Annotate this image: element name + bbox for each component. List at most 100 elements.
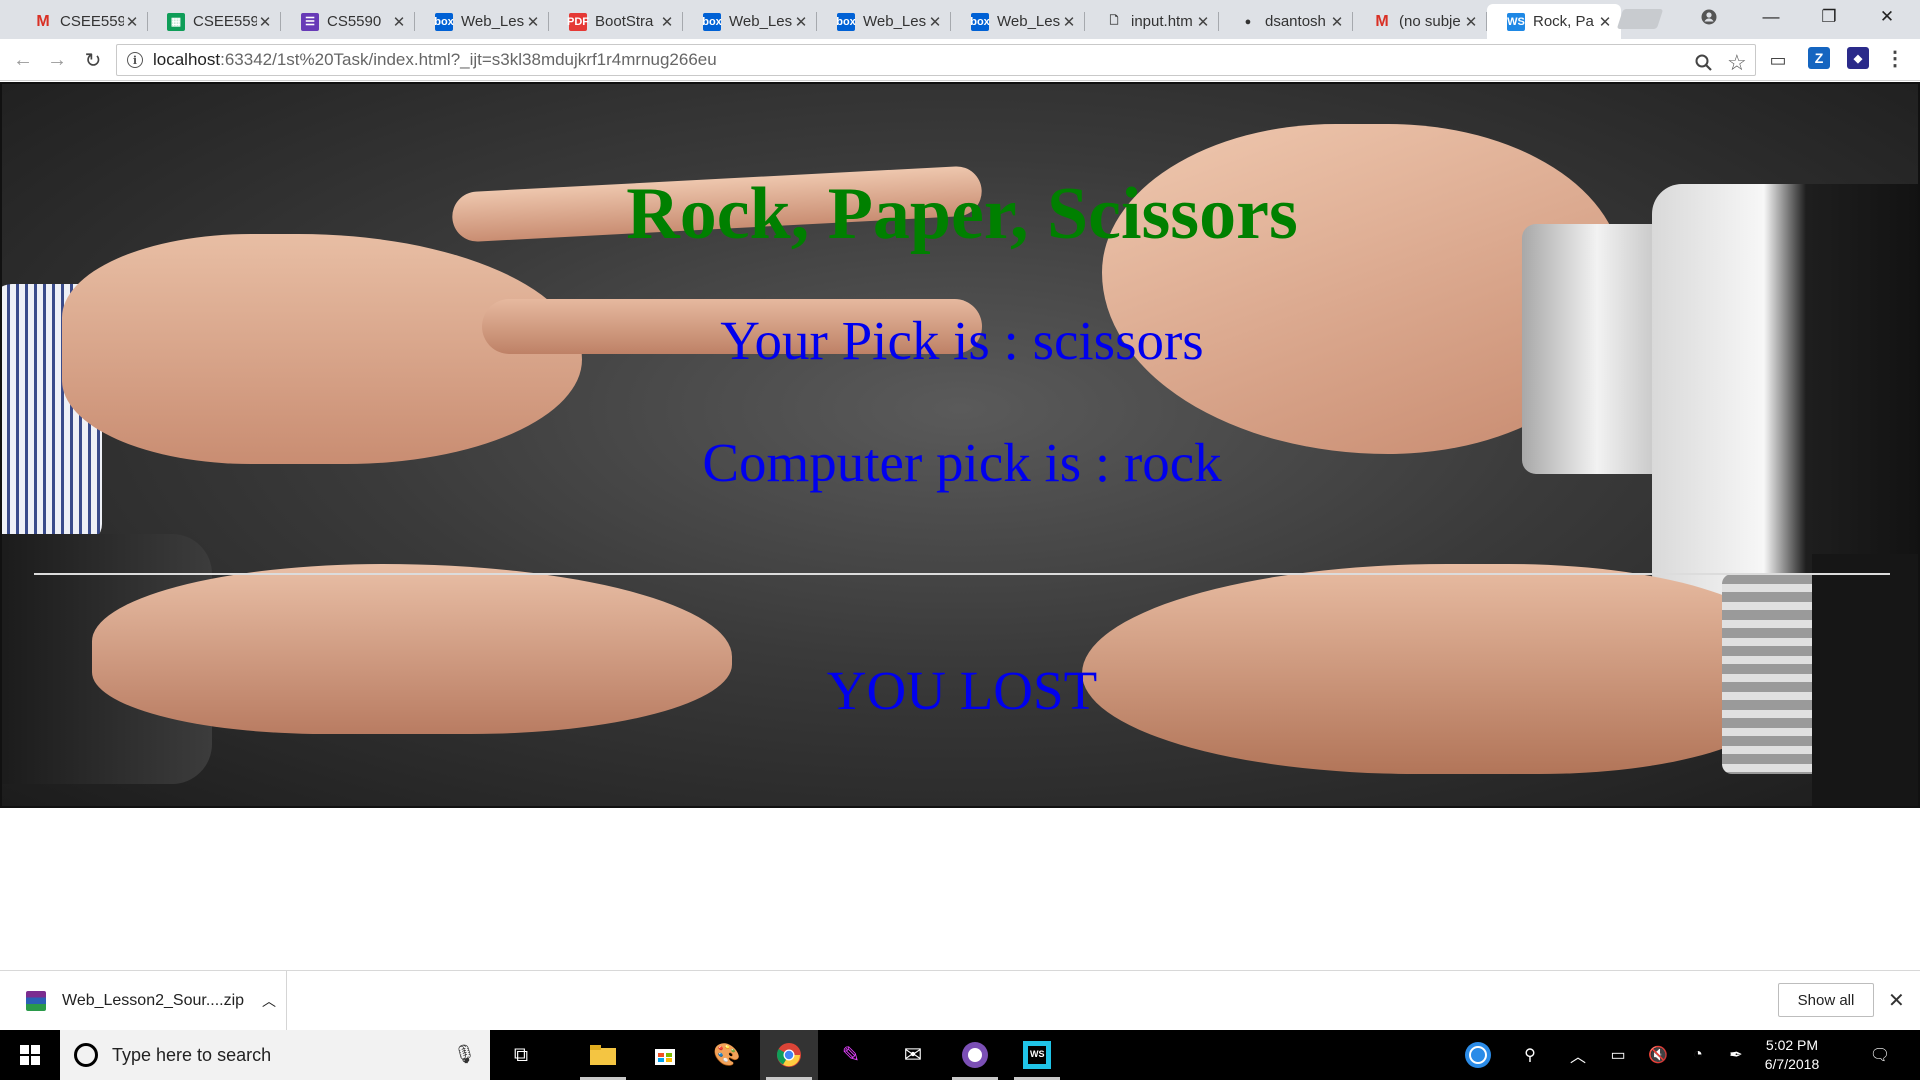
tab-title: Web_Les bbox=[997, 13, 1061, 30]
tab-close-icon[interactable]: ✕ bbox=[1195, 13, 1211, 31]
browser-tab[interactable]: box Web_Les ✕ bbox=[683, 4, 817, 39]
tab-title: CSEE559 bbox=[193, 13, 257, 30]
webstorm-icon: WS bbox=[1507, 12, 1525, 31]
browser-tab[interactable]: box Web_Les ✕ bbox=[951, 4, 1085, 39]
tab-title: Web_Les bbox=[729, 13, 793, 30]
search-placeholder: Type here to search bbox=[112, 1044, 272, 1065]
browser-tab[interactable]: PDF BootStra ✕ bbox=[549, 4, 683, 39]
reload-icon[interactable]: ↻ bbox=[80, 47, 106, 73]
tab-close-icon[interactable]: ✕ bbox=[927, 13, 943, 31]
tab-title: Web_Les bbox=[863, 13, 927, 30]
tab-title: Web_Les bbox=[461, 13, 525, 30]
forward-arrow-icon[interactable]: → bbox=[44, 47, 70, 73]
back-arrow-icon[interactable]: ← bbox=[10, 47, 36, 73]
paint-icon[interactable]: 🎨 bbox=[698, 1030, 756, 1080]
browser-tab[interactable]: box Web_Les ✕ bbox=[415, 4, 549, 39]
gmail-icon: M bbox=[1375, 12, 1389, 30]
profile-icon[interactable] bbox=[1686, 0, 1732, 34]
tab-title: dsantosh bbox=[1265, 13, 1326, 30]
gmail-icon: M bbox=[36, 12, 50, 30]
github-icon: ● bbox=[1244, 15, 1252, 28]
tab-close-icon[interactable]: ✕ bbox=[525, 13, 541, 31]
new-tab-button[interactable] bbox=[1616, 9, 1664, 29]
bookmark-star-icon[interactable]: ☆ bbox=[1727, 50, 1747, 76]
volume-muted-icon[interactable]: 🔇 bbox=[1640, 1030, 1676, 1080]
github-desktop-icon[interactable] bbox=[946, 1030, 1004, 1080]
restore-button[interactable]: ❐ bbox=[1806, 0, 1852, 34]
browser-tab[interactable]: box Web_Les ✕ bbox=[817, 4, 951, 39]
box-icon: box bbox=[970, 12, 990, 31]
wifi-icon[interactable]: ◔ bbox=[1680, 1030, 1716, 1080]
action-center-icon[interactable]: 🗨 bbox=[1860, 1030, 1900, 1080]
people-icon[interactable]: ⚲ bbox=[1510, 1030, 1550, 1080]
tab-close-icon[interactable]: ✕ bbox=[391, 13, 407, 31]
tab-close-icon[interactable]: ✕ bbox=[1597, 13, 1613, 31]
zotero-extension-icon[interactable]: Z bbox=[1808, 47, 1830, 69]
browser-tab[interactable]: ☰ CS5590 ✕ bbox=[281, 4, 415, 39]
show-all-downloads-button[interactable]: Show all bbox=[1778, 983, 1874, 1017]
tab-close-icon[interactable]: ✕ bbox=[793, 13, 809, 31]
address-bar[interactable]: i localhost:63342/1st%20Task/index.html?… bbox=[116, 44, 1756, 76]
user-pick-text: Your Pick is : scissors bbox=[720, 310, 1204, 371]
tab-title: BootStra bbox=[595, 13, 654, 30]
browser-tab[interactable]: M (no subje ✕ bbox=[1353, 4, 1487, 39]
browser-tab[interactable]: M CSEE559 ✕ bbox=[14, 4, 148, 39]
tab-title: Rock, Pa bbox=[1533, 13, 1594, 30]
cortana-icon bbox=[74, 1043, 98, 1067]
browser-tab[interactable]: ● dsantosh ✕ bbox=[1219, 4, 1353, 39]
sheets-icon: ▦ bbox=[167, 12, 185, 31]
tab-close-icon[interactable]: ✕ bbox=[1463, 13, 1479, 31]
webstorm-icon[interactable]: WS bbox=[1008, 1030, 1066, 1080]
box-icon: box bbox=[434, 12, 454, 31]
tab-close-icon[interactable]: ✕ bbox=[124, 13, 140, 31]
extension-icon[interactable]: ◆ bbox=[1847, 47, 1869, 69]
site-info-icon[interactable]: i bbox=[127, 52, 143, 68]
game-title: Rock, Paper, Scissors bbox=[626, 173, 1298, 255]
chrome-icon[interactable] bbox=[760, 1030, 818, 1080]
browser-toolbar: ← → ↻ i localhost:63342/1st%20Task/index… bbox=[0, 39, 1920, 81]
file-icon: 🗋 bbox=[1109, 15, 1119, 27]
mail-icon[interactable]: ✉ bbox=[884, 1030, 942, 1080]
close-shelf-icon[interactable]: ✕ bbox=[1888, 988, 1905, 1013]
tab-close-icon[interactable]: ✕ bbox=[257, 13, 273, 31]
microphone-icon[interactable]: 🎙 bbox=[453, 1044, 476, 1065]
address-host: localhost bbox=[153, 50, 221, 69]
tab-close-icon[interactable]: ✕ bbox=[659, 13, 675, 31]
browser-tab[interactable]: ▦ CSEE559 ✕ bbox=[147, 4, 281, 39]
horizontal-rule bbox=[34, 573, 1890, 575]
download-item[interactable]: Web_Lesson2_Sour....zip ︿ bbox=[0, 971, 287, 1031]
system-clock[interactable]: 5:02 PM 6/7/2018 bbox=[1752, 1036, 1832, 1074]
address-path: :63342/1st%20Task/index.html?_ijt=s3kl38… bbox=[220, 50, 717, 69]
box-icon: box bbox=[702, 12, 722, 31]
network-people-icon[interactable] bbox=[1456, 1030, 1500, 1080]
winrar-archive-icon bbox=[26, 991, 46, 1011]
task-view-icon[interactable]: ⧉ bbox=[492, 1030, 550, 1080]
pen-icon[interactable]: ✒ bbox=[1718, 1030, 1754, 1080]
cast-icon[interactable]: ▭ bbox=[1765, 47, 1791, 73]
tab-close-icon[interactable]: ✕ bbox=[1329, 13, 1345, 31]
taskbar-search-box[interactable]: Type here to search 🎙 bbox=[60, 1030, 490, 1080]
store-icon[interactable] bbox=[636, 1030, 694, 1080]
chevron-up-icon[interactable]: ︿ bbox=[262, 991, 276, 1011]
start-button[interactable] bbox=[0, 1030, 60, 1080]
tab-title: (no subje bbox=[1399, 13, 1461, 30]
browser-tab[interactable]: WS Rock, Pa ✕ bbox=[1487, 4, 1621, 39]
close-window-button[interactable]: ✕ bbox=[1864, 0, 1910, 34]
file-explorer-icon[interactable] bbox=[574, 1030, 632, 1080]
highlighter-app-icon[interactable]: ✎ bbox=[822, 1030, 880, 1080]
tab-close-icon[interactable]: ✕ bbox=[1061, 13, 1077, 31]
zoom-icon[interactable] bbox=[1695, 54, 1712, 76]
download-file-name: Web_Lesson2_Sour....zip bbox=[62, 992, 245, 1009]
tab-title: CSEE559 bbox=[60, 13, 124, 30]
clock-time: 5:02 PM bbox=[1765, 1037, 1819, 1053]
computer-pick-text: Computer pick is : rock bbox=[702, 432, 1222, 493]
battery-icon[interactable]: ▭ bbox=[1600, 1030, 1636, 1080]
show-hidden-icons-chevron-icon[interactable]: ︿ bbox=[1560, 1030, 1596, 1080]
forms-icon: ☰ bbox=[301, 12, 319, 31]
chrome-menu-icon[interactable]: ⋮ bbox=[1884, 47, 1906, 70]
game-background: Rock, Paper, Scissors Your Pick is : sci… bbox=[0, 82, 1920, 808]
page-body: Rock, Paper, Scissors Your Pick is : sci… bbox=[0, 82, 1920, 970]
minimize-button[interactable]: — bbox=[1748, 0, 1794, 34]
browser-tab[interactable]: 🗋 input.htm ✕ bbox=[1085, 4, 1219, 39]
game-result-text: YOU LOST bbox=[826, 660, 1098, 721]
